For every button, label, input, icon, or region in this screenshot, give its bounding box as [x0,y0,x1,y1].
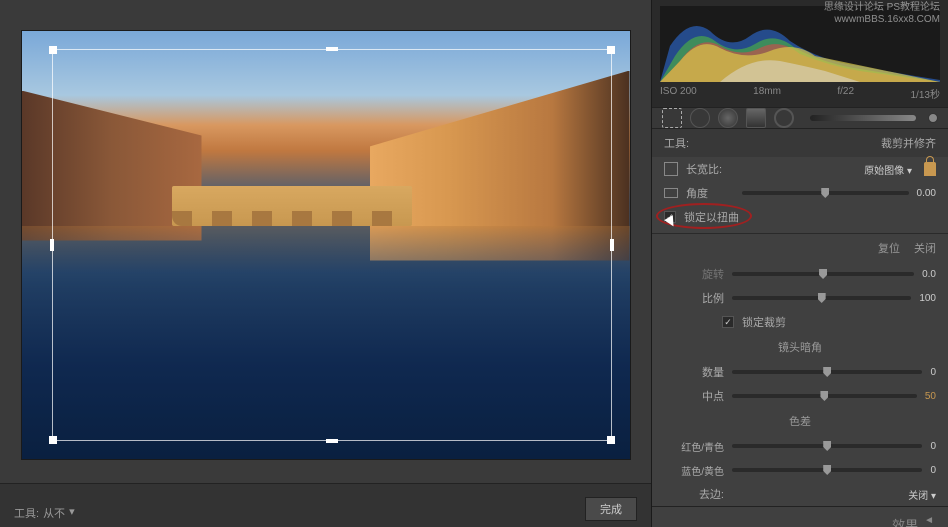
by-label: 蓝色/黄色 [664,463,724,478]
scale-label: 比例 [664,290,724,306]
bottom-bar: 工具: 从不 ▾ 完成 [0,483,651,527]
close-button[interactable]: 关闭 [914,240,936,256]
watermark: 思缘设计论坛 PS教程论坛 wwwmBBS.16xx8.COM [824,2,940,26]
chroma-title: 色差 [652,408,948,434]
shutter-value: 1/13秒 [911,86,940,101]
tool-value: 从不 [43,505,65,521]
rc-slider[interactable] [732,444,922,448]
ruler-icon[interactable] [664,188,678,198]
rotate-slider[interactable] [732,272,914,276]
lock-icon[interactable] [924,162,936,176]
aspect-icon [664,162,678,176]
app-root: 工具: 从不 ▾ 完成 ISO 200 18mm f/22 [0,0,948,527]
aspect-row: 长宽比: 原始图像 ▾ [652,157,948,181]
defringe-row: 去边: 关闭 ▾ [652,482,948,506]
crop-frame[interactable] [52,49,612,441]
angle-row: 角度 0.00 [652,181,948,205]
scale-row: 比例 100 [652,286,948,310]
chroma-rc-row: 红色/青色 0 [652,434,948,458]
tool-label: 工具: [14,505,39,521]
rotate-value: 0.0 [922,269,936,280]
crop-handle-tl[interactable] [49,46,57,54]
crop-section-header: 工具: 裁剪并修齐 [652,129,948,157]
redeye-tool-icon[interactable] [718,108,738,128]
rc-label: 红色/青色 [664,439,724,454]
lock-crop-checkbox[interactable] [722,316,734,328]
image-canvas[interactable] [21,30,631,460]
gradient-tool-icon[interactable] [746,108,766,128]
exposure-slider[interactable] [810,115,916,121]
vignette-title: 镜头暗角 [652,334,948,360]
focal-value: 18mm [753,86,781,101]
lock-crop-label: 锁定裁剪 [742,314,786,330]
crop-handle-mr[interactable] [610,239,614,251]
rotate-row: 旋转 0.0 [652,262,948,286]
midpoint-slider[interactable] [732,394,917,398]
tools-row [652,107,948,129]
crop-handle-br[interactable] [607,436,615,444]
tool-label: 工具: [664,135,689,151]
chevron-icon: ◄ [924,515,934,527]
aspect-label: 长宽比: [686,161,734,177]
exposure-knob[interactable] [928,113,938,123]
histogram-meta: ISO 200 18mm f/22 1/13秒 [660,86,940,101]
tool-title: 裁剪并修齐 [881,135,936,151]
right-panel: ISO 200 18mm f/22 1/13秒 工具: 裁剪并修齐 长宽比: 原… [651,0,948,527]
crop-handle-ml[interactable] [50,239,54,251]
scale-value: 100 [919,293,936,304]
amount-label: 数量 [664,364,724,380]
lock-warp-label: 锁定以扭曲 [684,209,739,225]
crop-handle-bl[interactable] [49,436,57,444]
vignette-midpoint-row: 中点 50 [652,384,948,408]
vignette-amount-row: 数量 0 [652,360,948,384]
aspect-value[interactable]: 原始图像 ▾ [864,162,912,177]
midpoint-label: 中点 [664,388,724,404]
iso-value: ISO 200 [660,86,697,101]
crop-handle-tr[interactable] [607,46,615,54]
lock-crop-row: 锁定裁剪 [652,310,948,334]
reset-button[interactable]: 复位 [878,240,900,256]
crop-tool-icon[interactable] [662,108,682,128]
by-value: 0 [930,465,936,476]
spot-tool-icon[interactable] [690,108,710,128]
angle-label: 角度 [686,185,734,201]
defringe-value[interactable]: 关闭 ▾ [908,487,936,502]
rc-value: 0 [930,441,936,452]
defringe-label: 去边: [664,486,724,502]
tool-info: 工具: 从不 ▾ [14,505,75,521]
angle-slider[interactable] [742,191,909,195]
scale-slider[interactable] [732,296,911,300]
effects-panel-tab[interactable]: 效果◄ [652,506,948,527]
crop-handle-bm[interactable] [326,439,338,443]
angle-value: 0.00 [917,188,936,199]
canvas-wrap [0,0,651,483]
crop-handle-tm[interactable] [326,47,338,51]
lock-warp-row: 锁定以扭曲 [652,205,948,229]
chroma-by-row: 蓝色/黄色 0 [652,458,948,482]
amount-slider[interactable] [732,370,922,374]
main-area: 工具: 从不 ▾ 完成 [0,0,651,527]
amount-value: 0 [930,367,936,378]
dropdown-arrow-icon[interactable]: ▾ [69,505,75,521]
midpoint-value: 50 [925,391,936,402]
brush-tool-icon[interactable] [774,108,794,128]
by-slider[interactable] [732,468,922,472]
crop-actions: 复位 关闭 [652,233,948,262]
aperture-value: f/22 [837,86,854,101]
done-button[interactable]: 完成 [585,497,637,521]
